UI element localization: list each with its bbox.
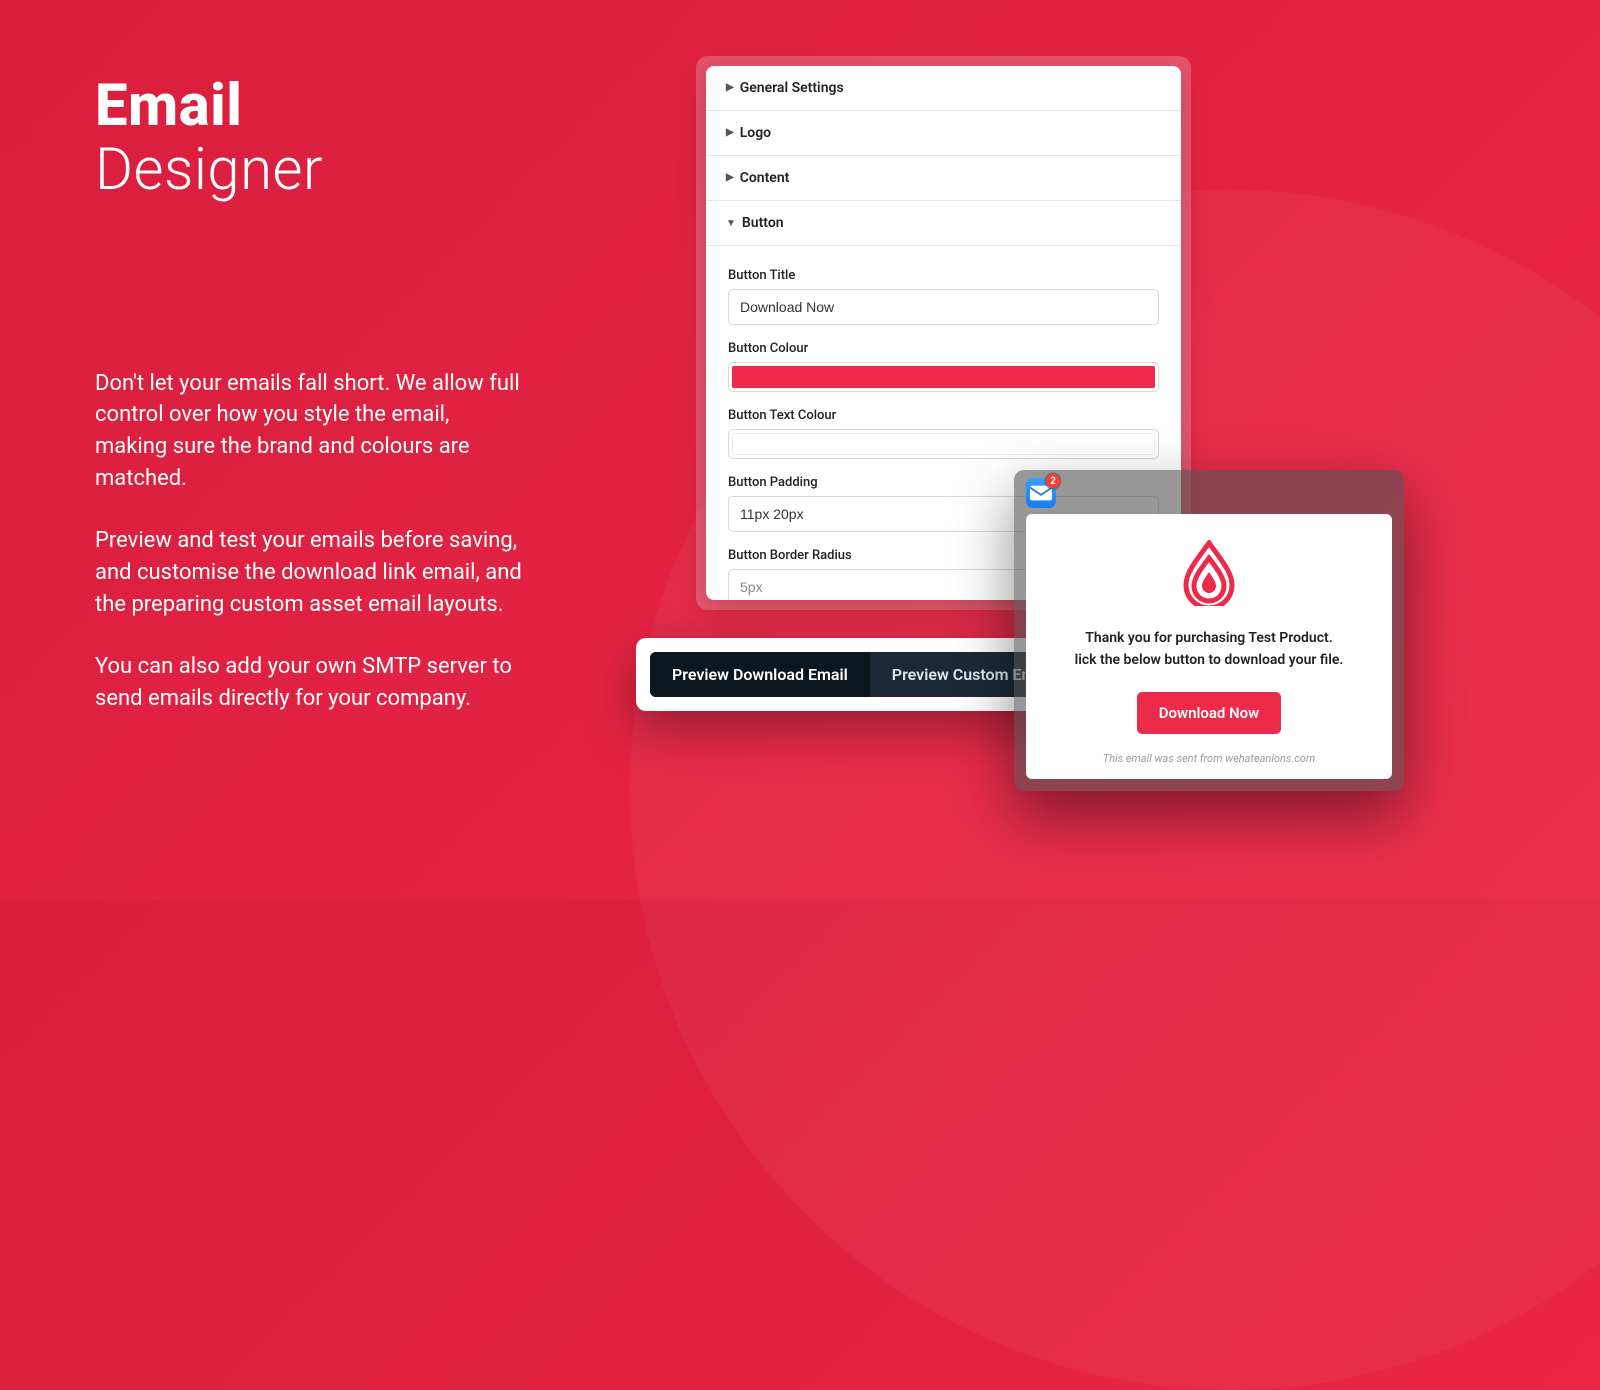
button-text-colour-input[interactable] bbox=[728, 429, 1159, 459]
caret-right-icon: ▶ bbox=[726, 172, 734, 183]
marketing-copy-column: Email Designer Don't let your emails fal… bbox=[95, 75, 525, 745]
tab-preview-download-email[interactable]: Preview Download Email bbox=[650, 652, 870, 697]
hero-paragraph-3: You can also add your own SMTP server to… bbox=[95, 651, 525, 715]
page-title: Email Designer bbox=[95, 75, 525, 203]
button-text-colour-label: Button Text Colour bbox=[728, 408, 1159, 423]
button-colour-label: Button Colour bbox=[728, 341, 1159, 356]
mail-app-icon: 2 bbox=[1026, 478, 1056, 508]
brand-drop-icon bbox=[1180, 540, 1238, 606]
button-colour-input[interactable] bbox=[728, 362, 1159, 392]
email-body-preview: Thank you for purchasing Test Product. l… bbox=[1026, 514, 1392, 779]
accordion-content[interactable]: ▶ Content bbox=[706, 156, 1181, 201]
accordion-button[interactable]: ▼ Button bbox=[706, 201, 1181, 246]
button-title-input[interactable] bbox=[728, 289, 1159, 325]
button-title-label: Button Title bbox=[728, 268, 1159, 283]
accordion-general-settings[interactable]: ▶ General Settings bbox=[706, 66, 1181, 111]
download-now-button[interactable]: Download Now bbox=[1137, 692, 1282, 734]
hero-paragraph-1: Don't let your emails fall short. We all… bbox=[95, 368, 525, 496]
caret-right-icon: ▶ bbox=[726, 82, 734, 93]
email-instruction-line: lick the below button to download your f… bbox=[1042, 652, 1376, 668]
email-thank-you-line: Thank you for purchasing Test Product. bbox=[1042, 630, 1376, 646]
email-footer-text: This email was sent from wehateanions.co… bbox=[1042, 752, 1376, 765]
email-preview-window: 2 Thank you for purchasing Test Product.… bbox=[1014, 470, 1404, 791]
accordion-logo[interactable]: ▶ Logo bbox=[706, 111, 1181, 156]
hero-paragraph-2: Preview and test your emails before savi… bbox=[95, 525, 525, 621]
caret-right-icon: ▶ bbox=[726, 127, 734, 138]
caret-down-icon: ▼ bbox=[726, 218, 736, 229]
mail-notification-badge: 2 bbox=[1046, 474, 1060, 488]
